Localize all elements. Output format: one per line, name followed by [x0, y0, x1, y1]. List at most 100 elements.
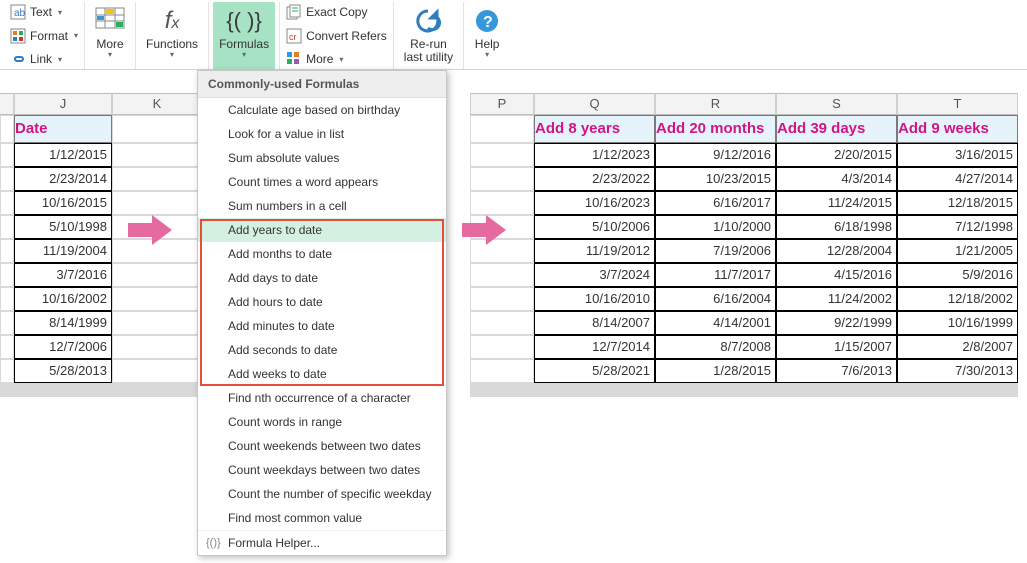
dropdown-item[interactable]: Add minutes to date — [198, 314, 446, 338]
empty-cell[interactable] — [470, 335, 534, 359]
result-cell[interactable]: 10/16/2023 — [534, 191, 655, 215]
empty-cell[interactable] — [470, 359, 534, 383]
empty-cell[interactable] — [112, 191, 202, 215]
dropdown-item[interactable]: Sum absolute values — [198, 146, 446, 170]
result-cell[interactable]: 11/24/2015 — [776, 191, 897, 215]
dropdown-item[interactable]: Add months to date — [198, 242, 446, 266]
date-cell[interactable]: 1/12/2015 — [14, 143, 112, 167]
rerun-button[interactable]: Re-run last utility — [398, 2, 459, 70]
result-cell[interactable]: 4/14/2001 — [655, 311, 776, 335]
result-cell[interactable]: 7/12/1998 — [897, 215, 1018, 239]
col-header[interactable]: T — [897, 93, 1018, 115]
date-cell[interactable]: 8/14/1999 — [14, 311, 112, 335]
empty-cell[interactable] — [534, 395, 655, 397]
result-cell[interactable]: 7/19/2006 — [655, 239, 776, 263]
col-header[interactable]: S — [776, 93, 897, 115]
dropdown-item[interactable]: Sum numbers in a cell — [198, 194, 446, 218]
result-cell[interactable]: 4/27/2014 — [897, 167, 1018, 191]
result-cell[interactable]: 10/16/1999 — [897, 311, 1018, 335]
dropdown-item[interactable]: Count weekends between two dates — [198, 434, 446, 458]
dropdown-item[interactable]: Find most common value — [198, 506, 446, 530]
result-cell[interactable]: 5/28/2021 — [534, 359, 655, 383]
dropdown-item[interactable]: Add hours to date — [198, 290, 446, 314]
result-cell[interactable]: 2/20/2015 — [776, 143, 897, 167]
empty-cell[interactable] — [470, 167, 534, 191]
add-years-header[interactable]: Add 8 years — [534, 115, 655, 143]
col-header[interactable]: Q — [534, 93, 655, 115]
result-cell[interactable]: 5/9/2016 — [897, 263, 1018, 287]
result-cell[interactable]: 4/15/2016 — [776, 263, 897, 287]
result-cell[interactable]: 12/18/2015 — [897, 191, 1018, 215]
empty-cell[interactable] — [470, 115, 534, 143]
dropdown-item[interactable]: Count words in range — [198, 410, 446, 434]
format-button[interactable]: Format▾ — [8, 26, 80, 46]
result-cell[interactable]: 8/14/2007 — [534, 311, 655, 335]
result-cell[interactable]: 12/7/2014 — [534, 335, 655, 359]
empty-cell[interactable] — [897, 395, 1018, 397]
result-cell[interactable]: 1/21/2005 — [897, 239, 1018, 263]
empty-cell[interactable] — [112, 143, 202, 167]
dropdown-item[interactable]: Find nth occurrence of a character — [198, 386, 446, 410]
add-months-header[interactable]: Add 20 months — [655, 115, 776, 143]
empty-cell[interactable] — [112, 359, 202, 383]
result-cell[interactable]: 9/12/2016 — [655, 143, 776, 167]
date-cell[interactable]: 5/28/2013 — [14, 359, 112, 383]
functions-button[interactable]: fx Functions▾ — [140, 2, 204, 70]
dropdown-item[interactable]: Calculate age based on birthday — [198, 98, 446, 122]
col-header[interactable]: R — [655, 93, 776, 115]
result-cell[interactable]: 1/10/2000 — [655, 215, 776, 239]
dropdown-item[interactable]: Add weeks to date — [198, 362, 446, 386]
dropdown-item[interactable]: Count weekdays between two dates — [198, 458, 446, 482]
result-cell[interactable]: 3/7/2024 — [534, 263, 655, 287]
empty-cell[interactable] — [776, 395, 897, 397]
result-cell[interactable]: 1/15/2007 — [776, 335, 897, 359]
result-cell[interactable]: 1/12/2023 — [534, 143, 655, 167]
result-cell[interactable]: 11/24/2002 — [776, 287, 897, 311]
empty-cell[interactable] — [112, 115, 202, 143]
col-header[interactable]: P — [470, 93, 534, 115]
date-cell[interactable]: 12/7/2006 — [14, 335, 112, 359]
date-cell[interactable]: 10/16/2002 — [14, 287, 112, 311]
result-cell[interactable]: 6/16/2017 — [655, 191, 776, 215]
result-cell[interactable]: 12/28/2004 — [776, 239, 897, 263]
add-days-header[interactable]: Add 39 days — [776, 115, 897, 143]
result-cell[interactable]: 3/16/2015 — [897, 143, 1018, 167]
result-cell[interactable]: 6/16/2004 — [655, 287, 776, 311]
dropdown-item[interactable]: Count times a word appears — [198, 170, 446, 194]
date-cell[interactable]: 5/10/1998 — [14, 215, 112, 239]
empty-cell[interactable] — [112, 287, 202, 311]
empty-cell[interactable] — [112, 311, 202, 335]
empty-cell[interactable] — [470, 311, 534, 335]
date-cell[interactable]: 2/23/2014 — [14, 167, 112, 191]
date-cell[interactable]: 11/19/2004 — [14, 239, 112, 263]
result-cell[interactable]: 10/23/2015 — [655, 167, 776, 191]
empty-cell[interactable] — [470, 263, 534, 287]
more-button-2[interactable]: More▾ — [284, 49, 389, 69]
empty-cell[interactable] — [112, 335, 202, 359]
convert-refers-button[interactable]: cr Convert Refers — [284, 26, 389, 46]
empty-cell[interactable] — [112, 395, 202, 397]
result-cell[interactable]: 12/18/2002 — [897, 287, 1018, 311]
result-cell[interactable]: 2/23/2022 — [534, 167, 655, 191]
empty-cell[interactable] — [470, 191, 534, 215]
result-cell[interactable]: 7/6/2013 — [776, 359, 897, 383]
result-cell[interactable]: 11/19/2012 — [534, 239, 655, 263]
col-header[interactable]: J — [14, 93, 112, 115]
date-cell[interactable]: 3/7/2016 — [14, 263, 112, 287]
result-cell[interactable]: 6/18/1998 — [776, 215, 897, 239]
col-header[interactable]: K — [112, 93, 202, 115]
dropdown-item[interactable]: Add seconds to date — [198, 338, 446, 362]
result-cell[interactable]: 1/28/2015 — [655, 359, 776, 383]
text-button[interactable]: ab Text▾ — [8, 2, 80, 22]
date-cell[interactable]: 10/16/2015 — [14, 191, 112, 215]
date-header[interactable]: Date — [14, 115, 112, 143]
empty-cell[interactable] — [470, 395, 534, 397]
result-cell[interactable]: 5/10/2006 — [534, 215, 655, 239]
more-button-1[interactable]: More▾ — [89, 2, 131, 70]
result-cell[interactable]: 10/16/2010 — [534, 287, 655, 311]
result-cell[interactable]: 8/7/2008 — [655, 335, 776, 359]
empty-cell[interactable] — [655, 395, 776, 397]
dropdown-item[interactable]: Look for a value in list — [198, 122, 446, 146]
result-cell[interactable]: 11/7/2017 — [655, 263, 776, 287]
exact-copy-button[interactable]: Exact Copy — [284, 2, 389, 22]
